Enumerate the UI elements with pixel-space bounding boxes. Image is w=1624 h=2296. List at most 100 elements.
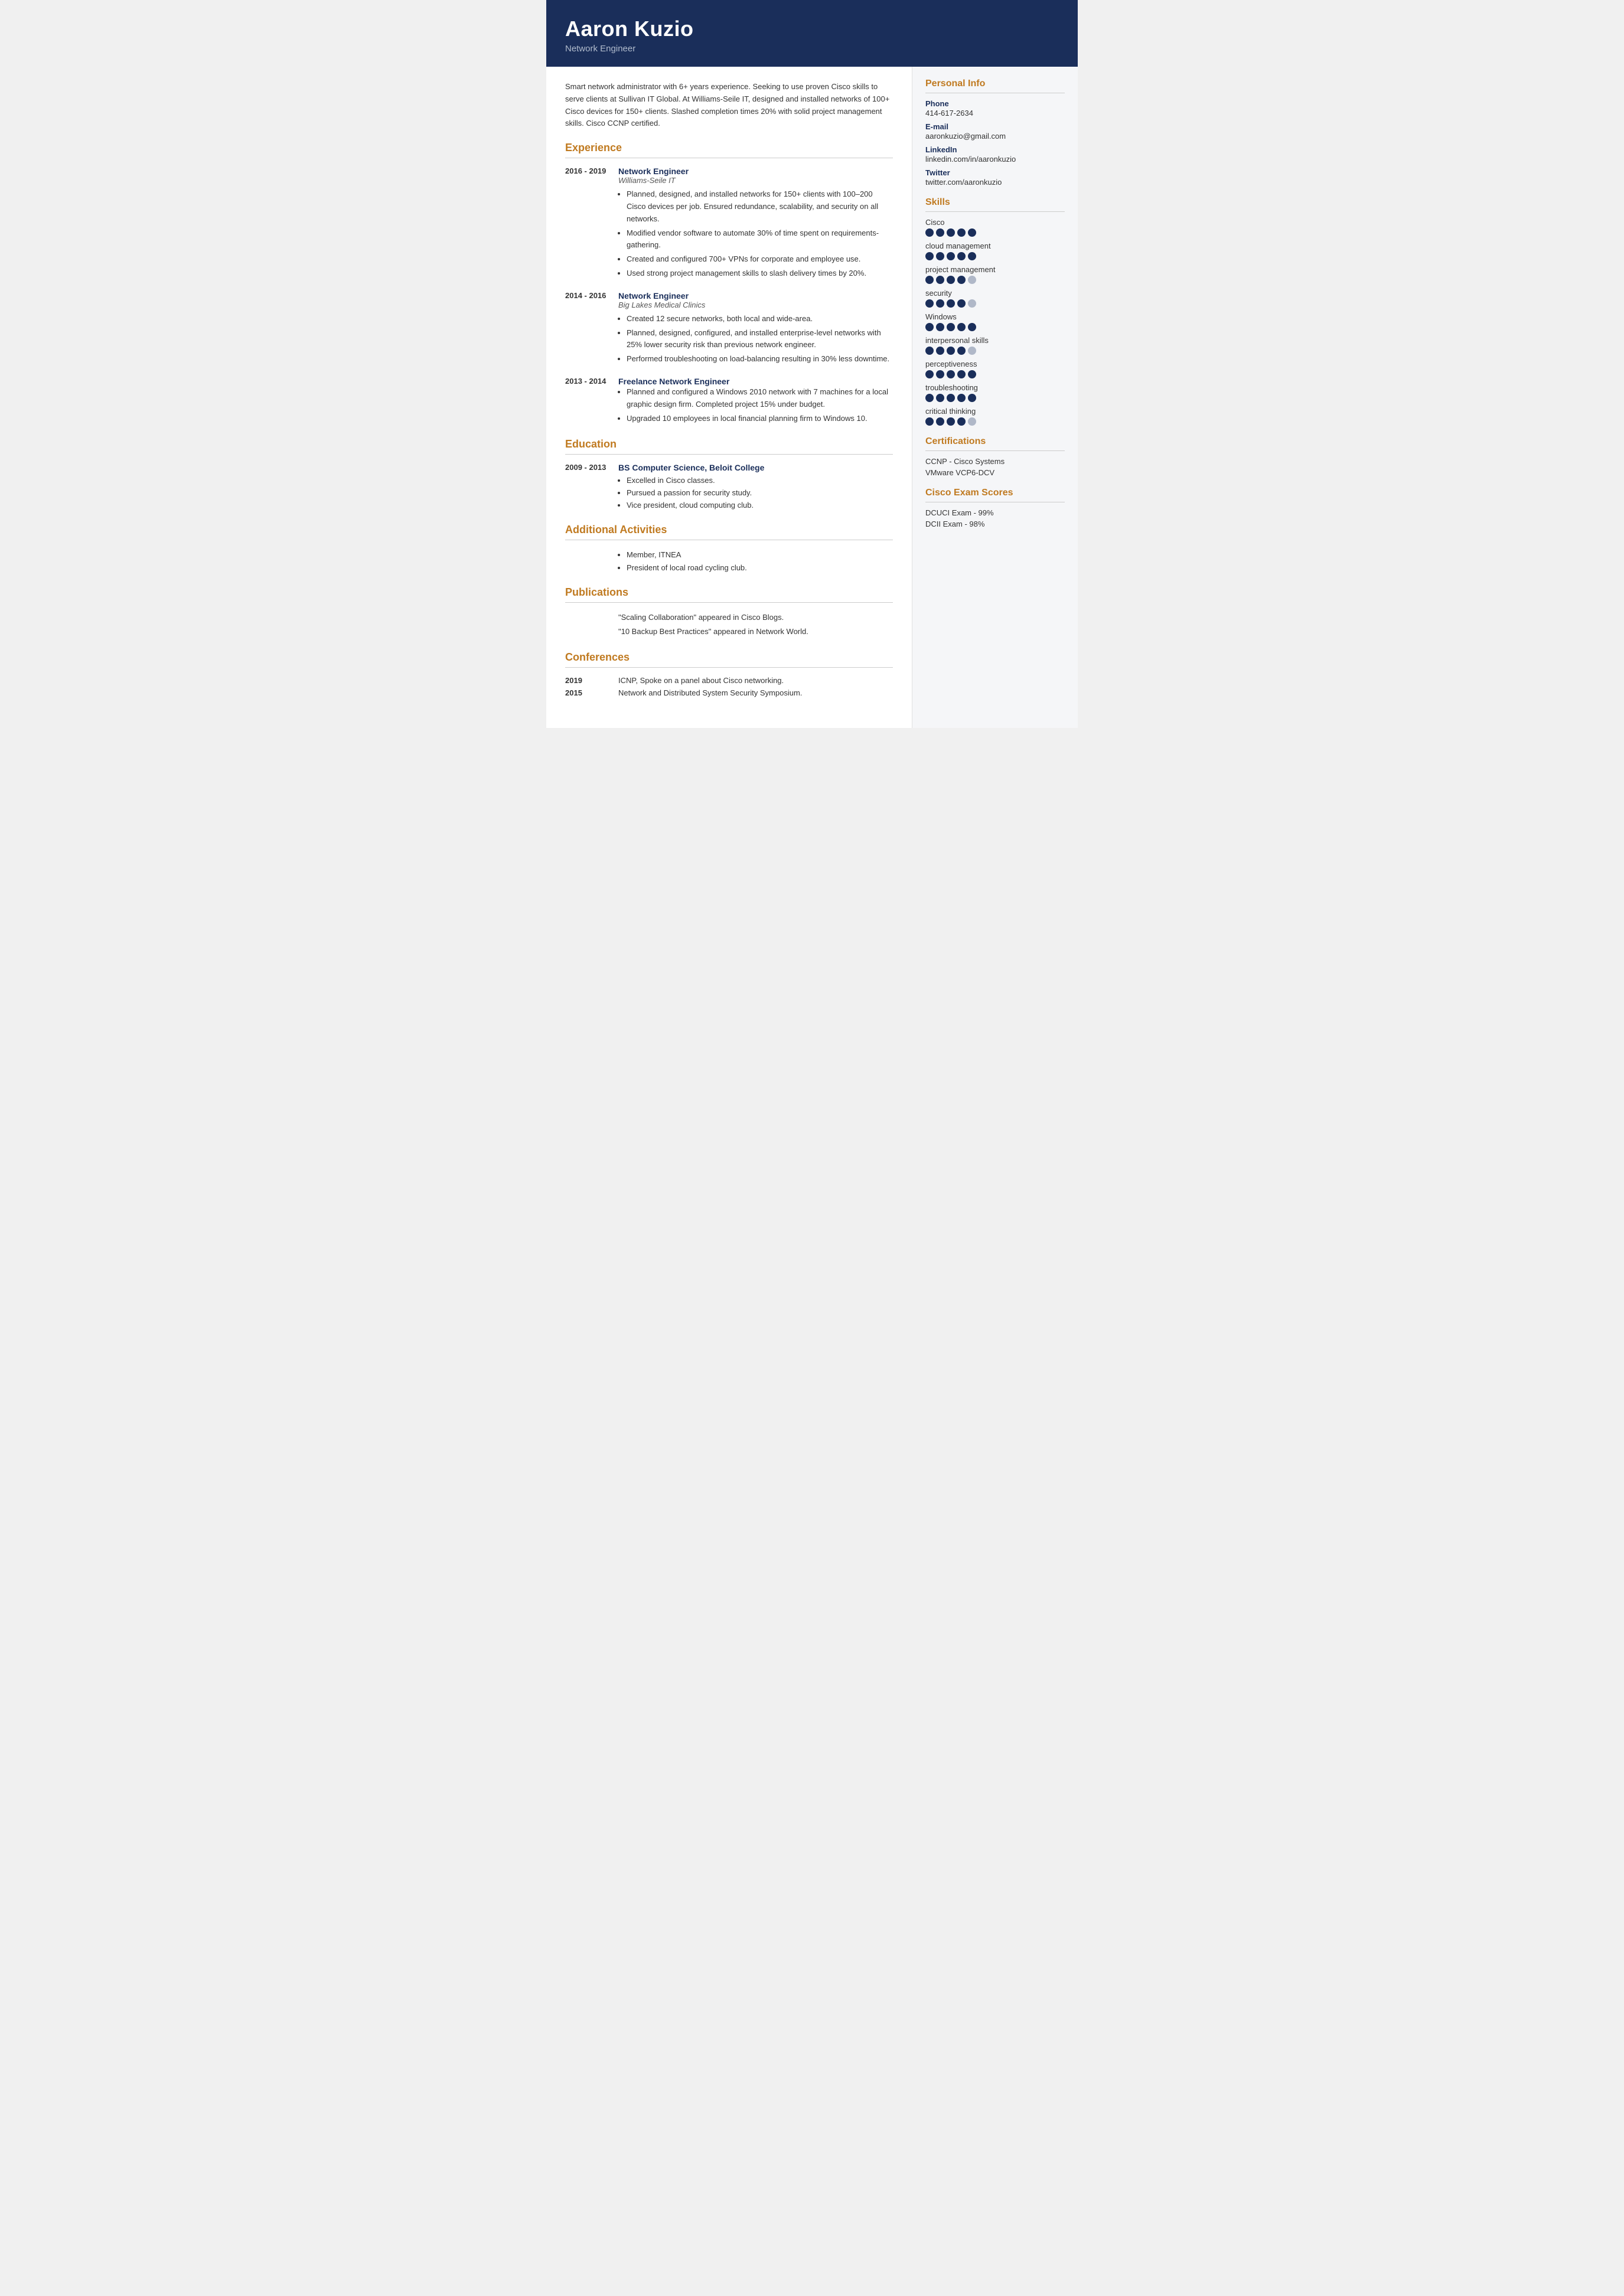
skill-name: project management [925, 265, 1065, 274]
skill-name: cloud management [925, 241, 1065, 250]
dot-filled [936, 276, 944, 284]
experience-title: Experience [565, 142, 893, 154]
edu-bullets: Excelled in Cisco classes.Pursued a pass… [618, 475, 893, 511]
twitter-label: Twitter [925, 168, 1065, 177]
conferences-title: Conferences [565, 651, 893, 664]
conferences-list: 2019ICNP, Spoke on a panel about Cisco n… [565, 676, 893, 697]
summary-text: Smart network administrator with 6+ year… [565, 81, 893, 130]
conferences-divider [565, 667, 893, 668]
dot-filled [936, 347, 944, 355]
skill-name: perceptiveness [925, 360, 1065, 368]
exp-body: Network EngineerBig Lakes Medical Clinic… [618, 291, 893, 367]
dot-filled [957, 228, 966, 237]
skill-dots [925, 276, 1065, 284]
list-item: Created and configured 700+ VPNs for cor… [627, 253, 893, 266]
education-item: 2009 - 2013BS Computer Science, Beloit C… [565, 463, 893, 511]
dot-filled [947, 228, 955, 237]
skill-row: Windows [925, 312, 1065, 331]
dot-filled [957, 394, 966, 402]
list-item: Vice president, cloud computing club. [627, 499, 893, 512]
experience-item: 2014 - 2016Network EngineerBig Lakes Med… [565, 291, 893, 367]
dot-filled [957, 417, 966, 426]
resume: Aaron Kuzio Network Engineer Smart netwo… [546, 0, 1078, 728]
dot-filled [968, 394, 976, 402]
exp-role: Freelance Network Engineer [618, 377, 893, 386]
list-item: Performed troubleshooting on load-balanc… [627, 353, 893, 365]
skill-row: interpersonal skills [925, 336, 1065, 355]
skill-row: critical thinking [925, 407, 1065, 426]
experience-item: 2013 - 2014Freelance Network EngineerPla… [565, 377, 893, 426]
certifications-divider [925, 450, 1065, 451]
dot-filled [957, 347, 966, 355]
dot-filled [957, 323, 966, 331]
exp-company: Big Lakes Medical Clinics [618, 301, 893, 309]
list-item: Upgraded 10 employees in local financial… [627, 413, 893, 425]
activities-bullets: Member, ITNEAPresident of local road cyc… [618, 548, 893, 574]
conference-item: 2019ICNP, Spoke on a panel about Cisco n… [565, 676, 893, 685]
conf-year: 2019 [565, 676, 618, 685]
dot-filled [947, 299, 955, 308]
skill-row: security [925, 289, 1065, 308]
list-item: Pursued a passion for security study. [627, 487, 893, 499]
personal-info-title: Personal Info [925, 79, 1065, 89]
dot-empty [968, 347, 976, 355]
dot-filled [925, 276, 934, 284]
skill-dots [925, 323, 1065, 331]
dot-filled [947, 252, 955, 260]
exp-body: Freelance Network EngineerPlanned and co… [618, 377, 893, 426]
skill-dots [925, 228, 1065, 237]
list-item: Excelled in Cisco classes. [627, 475, 893, 487]
skills-list: Ciscocloud managementproject managements… [925, 218, 1065, 426]
list-item: Planned, designed, configured, and insta… [627, 327, 893, 352]
exp-dates: 2016 - 2019 [565, 166, 618, 282]
certifications-section: Certifications CCNP - Cisco SystemsVMwar… [925, 436, 1065, 477]
skill-name: security [925, 289, 1065, 298]
publications-title: Publications [565, 586, 893, 599]
dot-filled [925, 394, 934, 402]
list-item: Used strong project management skills to… [627, 267, 893, 280]
publication-item: "Scaling Collaboration" appeared in Cisc… [618, 611, 893, 624]
publication-item: "10 Backup Best Practices" appeared in N… [618, 625, 893, 638]
publications-body: "Scaling Collaboration" appeared in Cisc… [618, 611, 893, 639]
dot-filled [936, 252, 944, 260]
skill-row: project management [925, 265, 1065, 284]
publications-item: "Scaling Collaboration" appeared in Cisc… [565, 611, 893, 639]
certifications-title: Certifications [925, 436, 1065, 447]
education-divider [565, 454, 893, 455]
personal-info-section: Personal Info Phone 414-617-2634 E-mail … [925, 79, 1065, 187]
dot-empty [968, 276, 976, 284]
exam-score-item: DCII Exam - 98% [925, 520, 1065, 528]
exp-bullets: Planned and configured a Windows 2010 ne… [618, 386, 893, 424]
dot-filled [957, 252, 966, 260]
conferences-section: Conferences 2019ICNP, Spoke on a panel a… [565, 651, 893, 697]
list-item: Planned and configured a Windows 2010 ne… [627, 386, 893, 411]
dot-filled [925, 228, 934, 237]
certification-item: VMware VCP6-DCV [925, 468, 1065, 477]
dot-empty [968, 417, 976, 426]
publications-section: Publications "Scaling Collaboration" app… [565, 586, 893, 639]
education-section: Education 2009 - 2013BS Computer Science… [565, 438, 893, 511]
exp-dates: 2013 - 2014 [565, 377, 618, 426]
main-content: Smart network administrator with 6+ year… [546, 67, 1078, 728]
dot-filled [925, 323, 934, 331]
dot-filled [936, 417, 944, 426]
candidate-name: Aaron Kuzio [565, 17, 1059, 41]
dot-filled [947, 394, 955, 402]
email-label: E-mail [925, 122, 1065, 131]
dot-filled [936, 323, 944, 331]
publications-divider [565, 602, 893, 603]
edu-body: BS Computer Science, Beloit CollegeExcel… [618, 463, 893, 511]
exp-role: Network Engineer [618, 291, 893, 301]
dot-filled [925, 417, 934, 426]
conf-description: ICNP, Spoke on a panel about Cisco netwo… [618, 676, 893, 685]
dot-filled [947, 347, 955, 355]
list-item: President of local road cycling club. [627, 561, 893, 574]
list-item: Member, ITNEA [627, 548, 893, 561]
skill-name: interpersonal skills [925, 336, 1065, 345]
linkedin-value: linkedin.com/in/aaronkuzio [925, 155, 1065, 164]
skill-dots [925, 299, 1065, 308]
certifications-list: CCNP - Cisco SystemsVMware VCP6-DCV [925, 457, 1065, 477]
skill-dots [925, 417, 1065, 426]
dot-filled [925, 347, 934, 355]
exp-bullets: Planned, designed, and installed network… [618, 188, 893, 280]
